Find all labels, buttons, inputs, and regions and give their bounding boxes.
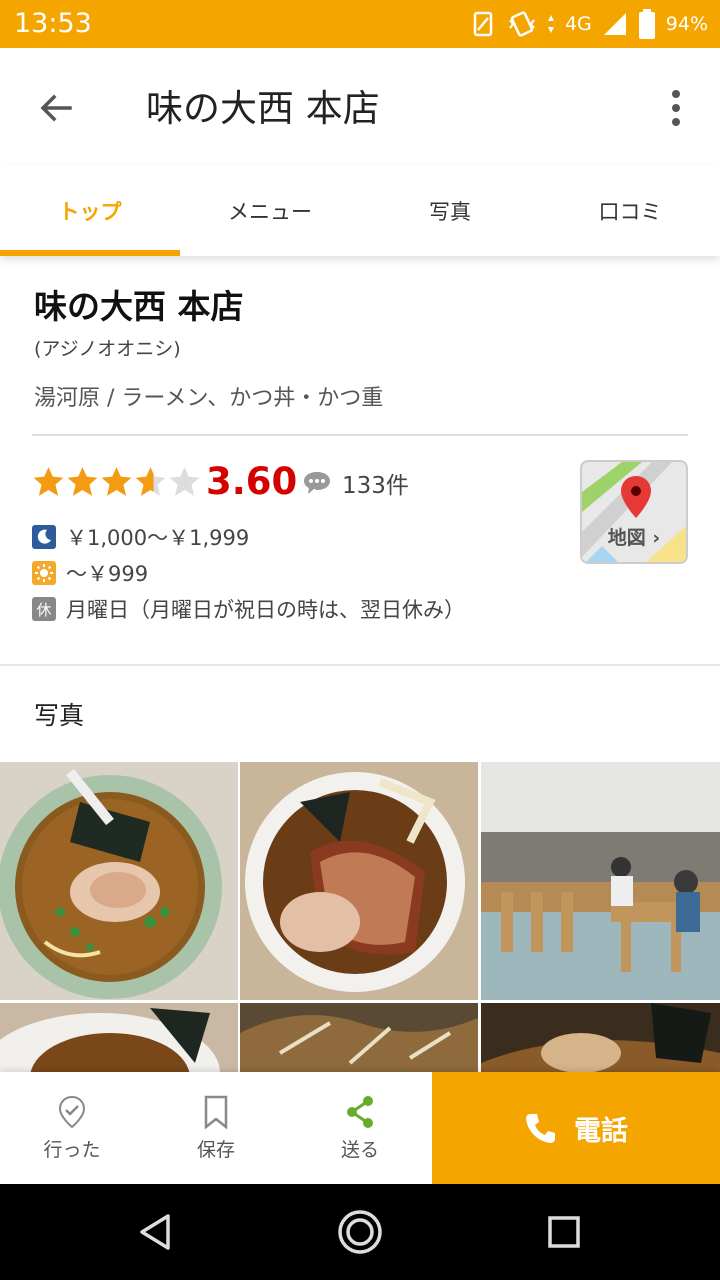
data-arrows-icon (547, 15, 554, 33)
dinner-price: ￥1,000～￥1,999 (66, 526, 250, 550)
store-name: 味の大西 本店 (34, 287, 244, 326)
closed-day-icon: 休 (32, 597, 56, 621)
more-options-button[interactable] (656, 80, 696, 136)
arrow-left-icon (40, 94, 72, 122)
comment-icon (304, 472, 330, 494)
star-icon (169, 467, 200, 496)
system-nav-bar (0, 1184, 720, 1280)
nav-recents-button[interactable] (534, 1202, 594, 1262)
tab-photos[interactable]: 写真 (360, 166, 540, 256)
battery-icon (638, 9, 655, 39)
call-label: 電話 (574, 1115, 628, 1147)
store-area-genre: 湯河原 / ラーメン、かつ丼・かつ重 (34, 386, 384, 411)
photo-grid (0, 762, 720, 1074)
star-icon (101, 467, 132, 496)
network-type: 4G (564, 13, 592, 35)
status-time: 13:53 (14, 8, 92, 39)
lunch-price-row: ～￥999 (32, 558, 148, 588)
section-divider (0, 664, 720, 666)
share-button[interactable]: 送る (288, 1072, 432, 1184)
status-bar: 13:53 4G 94% (0, 0, 720, 48)
map-label: 地図 › (607, 527, 661, 549)
ramen-photo-4[interactable] (0, 1003, 238, 1074)
status-icons: 4G 94% (469, 8, 708, 40)
call-button[interactable]: 電話 (432, 1072, 720, 1184)
nav-back-button[interactable] (126, 1202, 186, 1262)
tab-top[interactable]: トップ (0, 166, 180, 256)
vibrate-icon (509, 11, 535, 37)
tab-reviews[interactable]: 口コミ (540, 166, 720, 256)
dot (672, 118, 680, 126)
save-button[interactable]: 保存 (144, 1072, 288, 1184)
chashu-ramen-photo[interactable] (240, 762, 478, 1000)
page-title: 味の大西 本店 (146, 87, 380, 130)
store-kana: (アジノオオニシ) (34, 338, 181, 360)
ramen-photo-5[interactable] (240, 1003, 478, 1074)
review-count[interactable]: 133件 (342, 466, 409, 500)
circle-home-icon (338, 1210, 382, 1254)
tab-menu[interactable]: メニュー (180, 166, 360, 256)
restaurant-interior-photo[interactable] (481, 762, 720, 1000)
star-icon (135, 467, 166, 496)
share-icon (347, 1095, 373, 1128)
ramen-bowl-photo[interactable] (0, 762, 238, 1000)
moon-icon (32, 525, 56, 549)
bookmark-icon (204, 1095, 228, 1129)
lunch-price: ～￥999 (66, 562, 149, 586)
phone-icon (526, 1114, 555, 1143)
map-pin-icon (621, 476, 651, 518)
back-button[interactable] (28, 80, 84, 136)
battery-percent: 94% (665, 13, 708, 35)
closed-days: 月曜日（月曜日が祝日の時は、翌日休み） (66, 598, 465, 622)
triangle-back-icon (140, 1214, 170, 1250)
signal-icon (603, 13, 626, 35)
screen-rotate-icon (473, 11, 493, 37)
nav-home-button[interactable] (330, 1202, 390, 1262)
action-bar: 行った 保存 送る 電話 (0, 1072, 720, 1184)
share-label: 送る (340, 1138, 379, 1161)
dot (672, 90, 680, 98)
dinner-price-row: ￥1,000～￥1,999 (32, 522, 249, 552)
star-icon (67, 467, 98, 496)
sun-icon (32, 561, 56, 585)
ramen-photo-6[interactable] (481, 1003, 720, 1074)
photos-heading: 写真 (34, 701, 85, 730)
rating-score: 3.60 (206, 460, 298, 503)
square-recents-icon (548, 1216, 580, 1248)
star-icon (33, 467, 64, 496)
rating-stars (32, 466, 201, 498)
divider (32, 434, 688, 436)
check-shield-icon (58, 1095, 86, 1128)
app-bar: 味の大西 本店 (0, 48, 720, 166)
map-button[interactable]: 地図 › (580, 460, 688, 564)
save-label: 保存 (196, 1138, 235, 1161)
tab-bar: トップ メニュー 写真 口コミ (0, 166, 720, 256)
went-button[interactable]: 行った (0, 1072, 144, 1184)
closed-days-row: 休 月曜日（月曜日が祝日の時は、翌日休み） (32, 594, 465, 624)
dot (672, 104, 680, 112)
went-label: 行った (43, 1138, 101, 1161)
